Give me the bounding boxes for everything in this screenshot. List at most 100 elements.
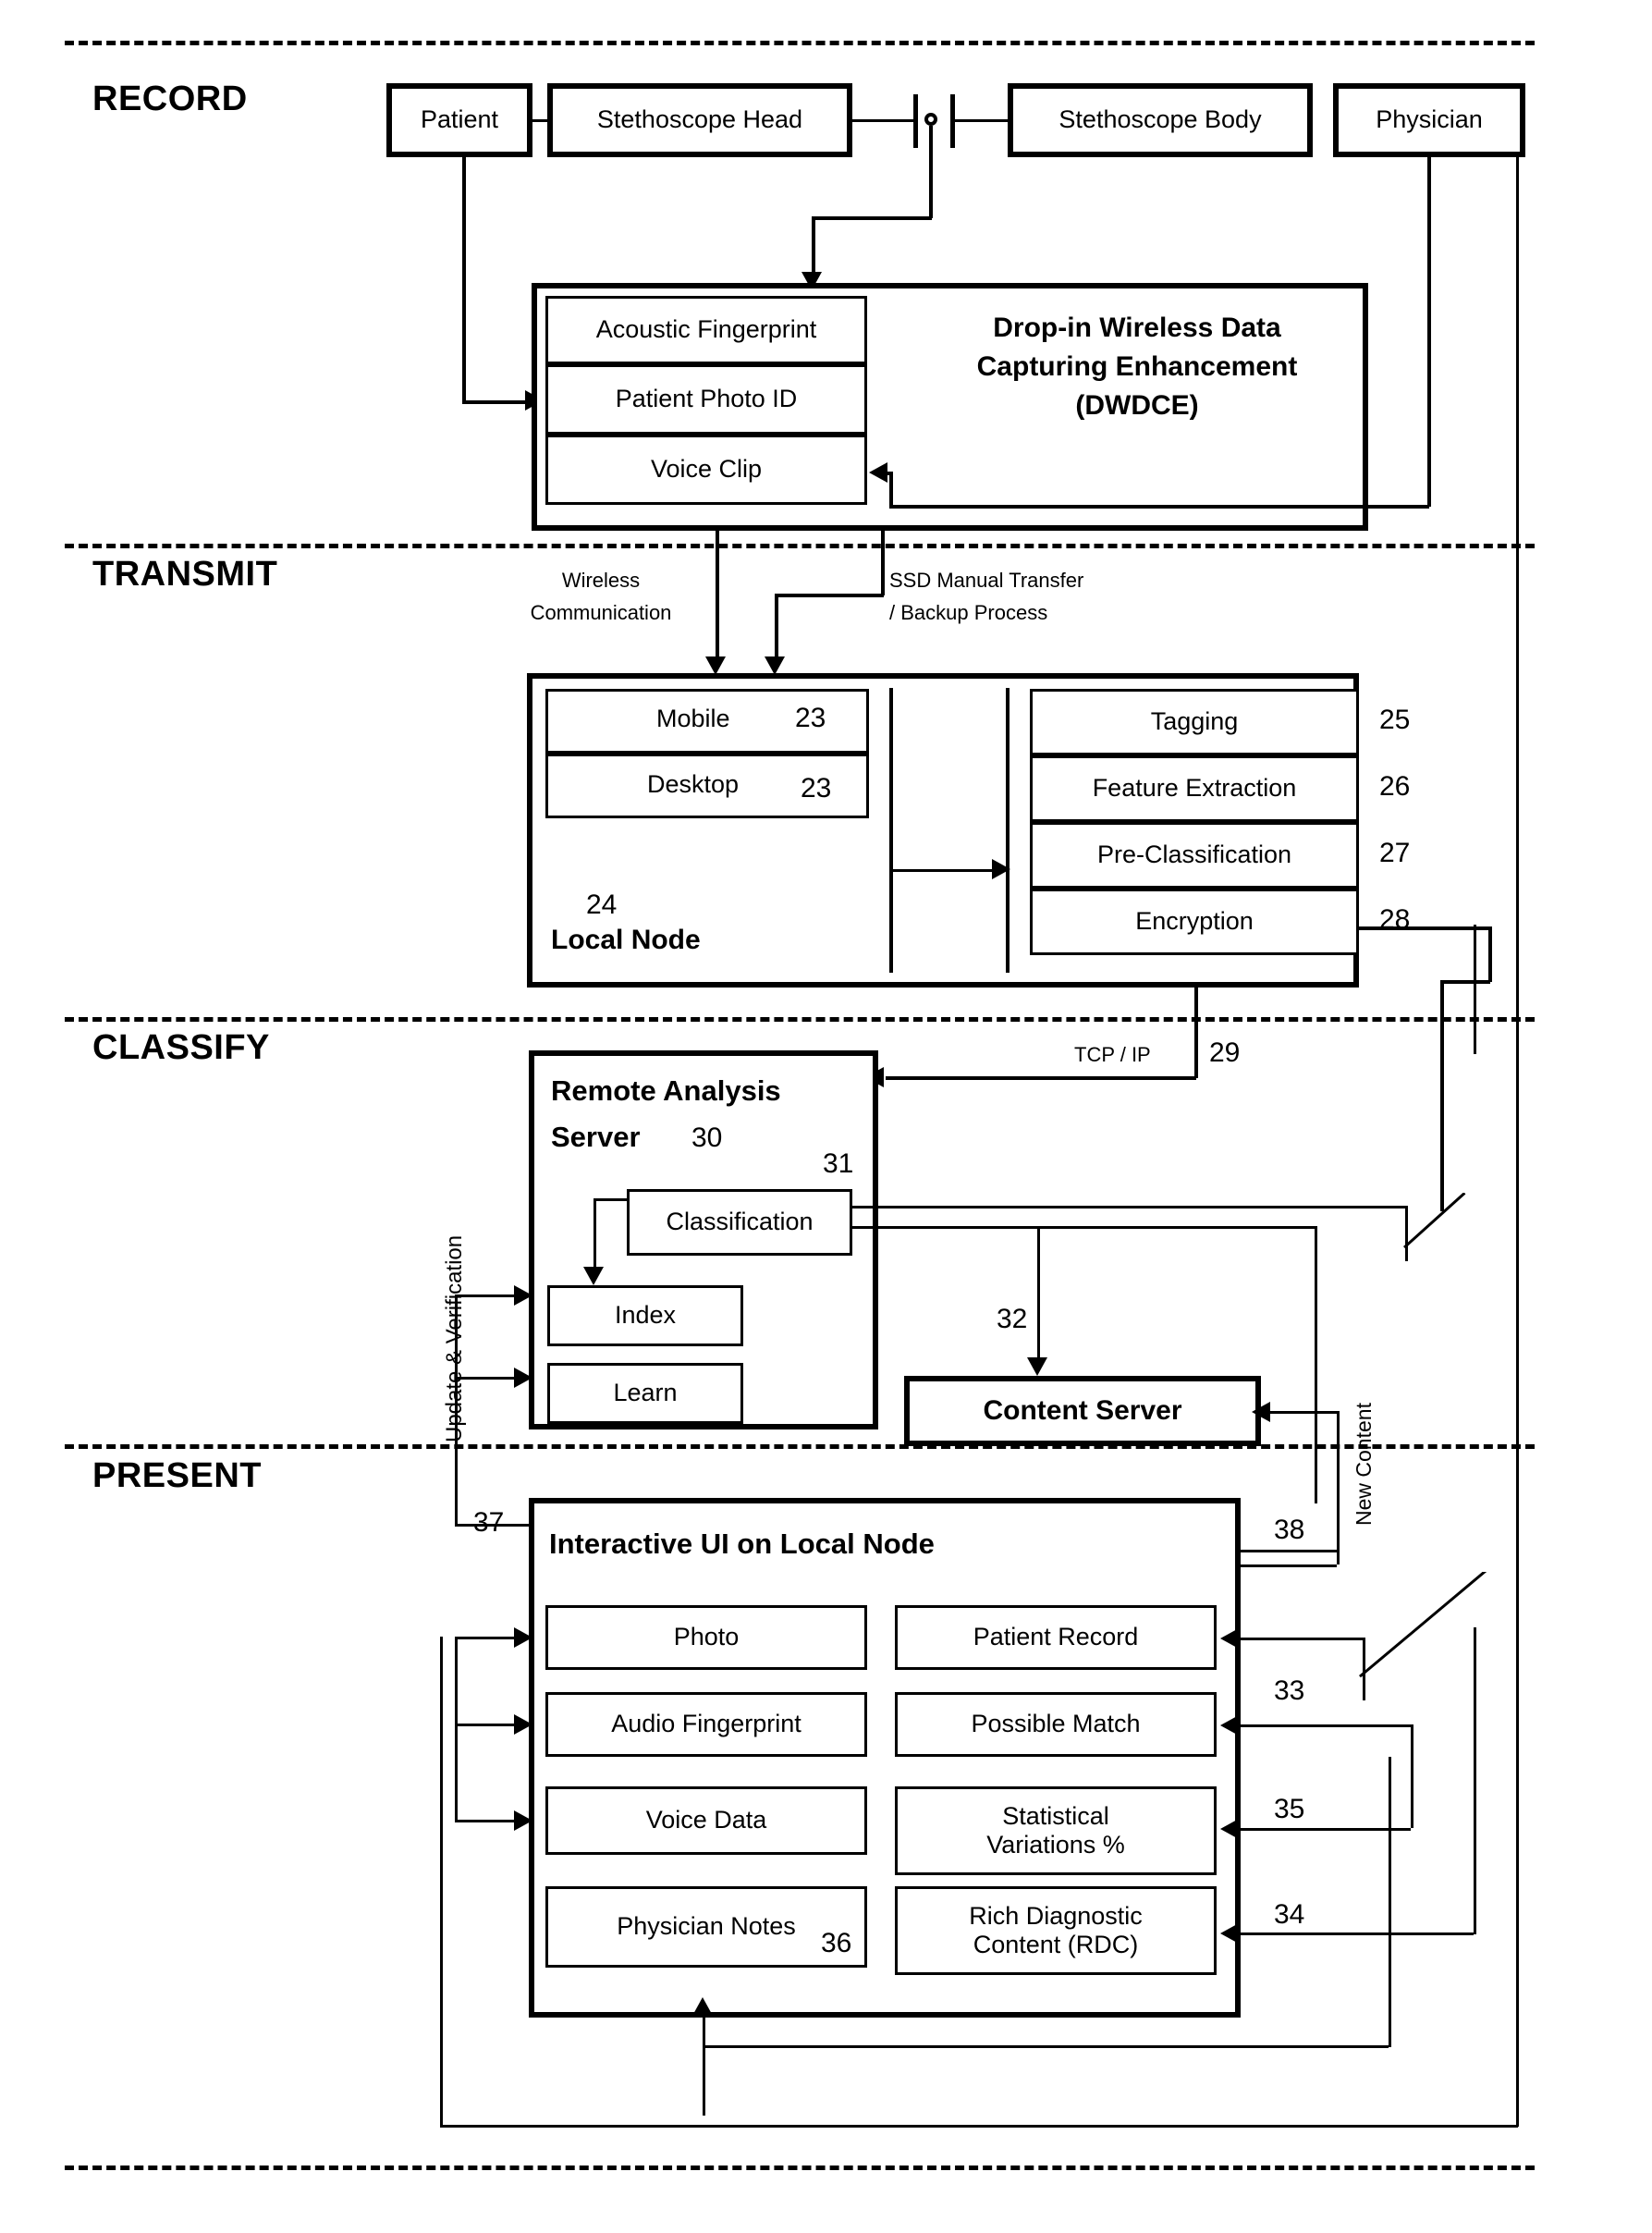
box-encryption-label: Encryption xyxy=(1135,907,1254,936)
box-rich-diagnostic-content-line2: Content (RDC) xyxy=(973,1931,1139,1958)
box-patient-record: Patient Record xyxy=(895,1605,1217,1670)
num-38: 38 xyxy=(1274,1515,1305,1545)
local-node-label: Local Node xyxy=(551,925,701,955)
bus-break-mark-c xyxy=(1359,1572,1488,1683)
wire-38-a xyxy=(1241,1550,1337,1552)
wire-feedback-riser xyxy=(1389,1757,1391,2047)
wire-encryption-bus-a xyxy=(1488,926,1492,982)
num-tcpip: 29 xyxy=(1209,1037,1241,1068)
arrowhead-voice-data xyxy=(514,1810,532,1831)
break-circle-icon xyxy=(924,113,937,126)
phase-label-present: PRESENT xyxy=(92,1456,262,1495)
box-stethoscope-body: Stethoscope Body xyxy=(1008,83,1313,157)
wire-voice-riser xyxy=(889,472,893,507)
box-statistical-variations: Statistical Variations % xyxy=(895,1786,1217,1875)
box-patient-label: Patient xyxy=(420,105,499,134)
box-patient-photo-id: Patient Photo ID xyxy=(545,364,867,435)
box-rich-diagnostic-content-line1: Rich Diagnostic xyxy=(969,1901,1143,1930)
local-node-num: 24 xyxy=(586,890,618,920)
box-audio-fingerprint-label: Audio Fingerprint xyxy=(611,1710,802,1738)
wire-break-down xyxy=(929,126,933,218)
link-head-break xyxy=(852,119,913,122)
wire-wireless xyxy=(716,531,719,662)
label-new-content: New Content xyxy=(1352,1403,1376,1526)
wire-statistical-variations-in xyxy=(1239,1828,1411,1831)
label-tcpip: TCP / IP xyxy=(1074,1043,1151,1066)
wire-local-to-processes xyxy=(889,869,1002,872)
bus-break-mark-b xyxy=(1312,1193,1367,1267)
box-physician-notes-label: Physician Notes xyxy=(617,1912,796,1941)
box-stethoscope-head-label: Stethoscope Head xyxy=(596,105,803,134)
bus-right-upper xyxy=(1474,925,1476,1054)
box-mobile-num: 23 xyxy=(795,703,826,733)
num-tagging: 25 xyxy=(1379,705,1411,735)
remote-analysis-server-line2: Server xyxy=(551,1121,641,1153)
wire-new-content-down xyxy=(1337,1411,1340,1564)
phase-rule-transmit xyxy=(65,544,1535,548)
box-acoustic-fingerprint-label: Acoustic Fingerprint xyxy=(595,315,817,344)
wire-possible-match-in xyxy=(1239,1724,1411,1727)
phase-rule-top xyxy=(65,41,1535,45)
box-statistical-variations-line2: Variations % xyxy=(986,1831,1125,1859)
label-wireless-line2: Communication xyxy=(530,601,672,624)
phase-label-transmit: TRANSMIT xyxy=(92,555,278,594)
num-statistical-variations: 35 xyxy=(1274,1794,1305,1824)
phase-rule-classify xyxy=(65,1017,1535,1022)
arrowhead-audio-fingerprint xyxy=(514,1714,532,1735)
wire-rdc-in xyxy=(1239,1932,1474,1935)
box-index-label: Index xyxy=(614,1301,677,1330)
wire-ssd-left xyxy=(775,594,884,597)
wire-voice-join xyxy=(883,472,892,475)
box-patient-record-label: Patient Record xyxy=(973,1623,1139,1651)
num-classification: 31 xyxy=(823,1148,854,1179)
bus-far-right xyxy=(1516,157,1519,2127)
box-classification: Classification xyxy=(627,1189,852,1256)
box-possible-match-label: Possible Match xyxy=(971,1710,1141,1738)
wire-patient-down xyxy=(462,157,466,402)
wire-classification-hook-a xyxy=(593,1198,629,1201)
wire-bottom-loop xyxy=(440,2125,1518,2128)
box-possible-match: Possible Match xyxy=(895,1692,1217,1757)
wire-left-feed-main xyxy=(455,1637,458,1822)
box-encryption: Encryption xyxy=(1030,889,1359,955)
wire-patient-right xyxy=(462,400,527,404)
box-feature-extraction: Feature Extraction xyxy=(1030,755,1359,822)
phase-label-classify: CLASSIFY xyxy=(92,1028,270,1067)
label-wireless-line1: Wireless xyxy=(561,569,641,592)
remote-analysis-server-line1: Remote Analysis xyxy=(551,1074,781,1107)
arrowhead-possible-match xyxy=(1220,1715,1239,1736)
box-voice-clip: Voice Clip xyxy=(545,435,867,505)
wire-into-dwdce xyxy=(812,216,815,276)
wire-break-left xyxy=(812,216,932,220)
num-rich-diagnostic-content: 34 xyxy=(1274,1899,1305,1930)
num-pre-classification: 27 xyxy=(1379,838,1411,868)
wire-physician-down xyxy=(1427,157,1431,507)
patent-figure-canvas: RECORD TRANSMIT CLASSIFY PRESENT Patient… xyxy=(0,0,1652,2233)
arrowhead-update-index xyxy=(514,1285,532,1306)
box-voice-data-label: Voice Data xyxy=(645,1806,767,1834)
wire-physician-to-voice xyxy=(889,505,1429,509)
box-stethoscope-body-label: Stethoscope Body xyxy=(1059,105,1262,134)
box-tagging-label: Tagging xyxy=(1150,707,1239,736)
box-learn: Learn xyxy=(547,1363,743,1424)
dwdce-title-line3: (DWDCE) xyxy=(1075,390,1199,421)
box-audio-fingerprint: Audio Fingerprint xyxy=(545,1692,867,1757)
box-learn-label: Learn xyxy=(613,1379,678,1407)
box-mobile-label: Mobile xyxy=(656,705,730,732)
num-feature-extraction: 26 xyxy=(1379,771,1411,802)
wire-ssd-down xyxy=(881,531,885,595)
interactive-ui-title: Interactive UI on Local Node xyxy=(549,1528,935,1560)
wire-update-main xyxy=(455,1294,458,1524)
box-index: Index xyxy=(547,1285,743,1346)
box-pre-classification-label: Pre-Classification xyxy=(1096,840,1292,869)
box-pre-classification: Pre-Classification xyxy=(1030,822,1359,889)
num-interactive-ui: 37 xyxy=(473,1507,505,1538)
box-stethoscope-head: Stethoscope Head xyxy=(547,83,852,157)
arrowhead-index xyxy=(583,1267,604,1285)
wire-encryption-bus-b xyxy=(1440,980,1490,984)
box-acoustic-fingerprint: Acoustic Fingerprint xyxy=(545,296,867,364)
bus-break-mark-a xyxy=(1403,1193,1468,1258)
arrowhead-content-server-new xyxy=(1252,1402,1270,1422)
arrowhead-update-learn xyxy=(514,1368,532,1388)
wire-new-content-in xyxy=(1270,1411,1337,1414)
